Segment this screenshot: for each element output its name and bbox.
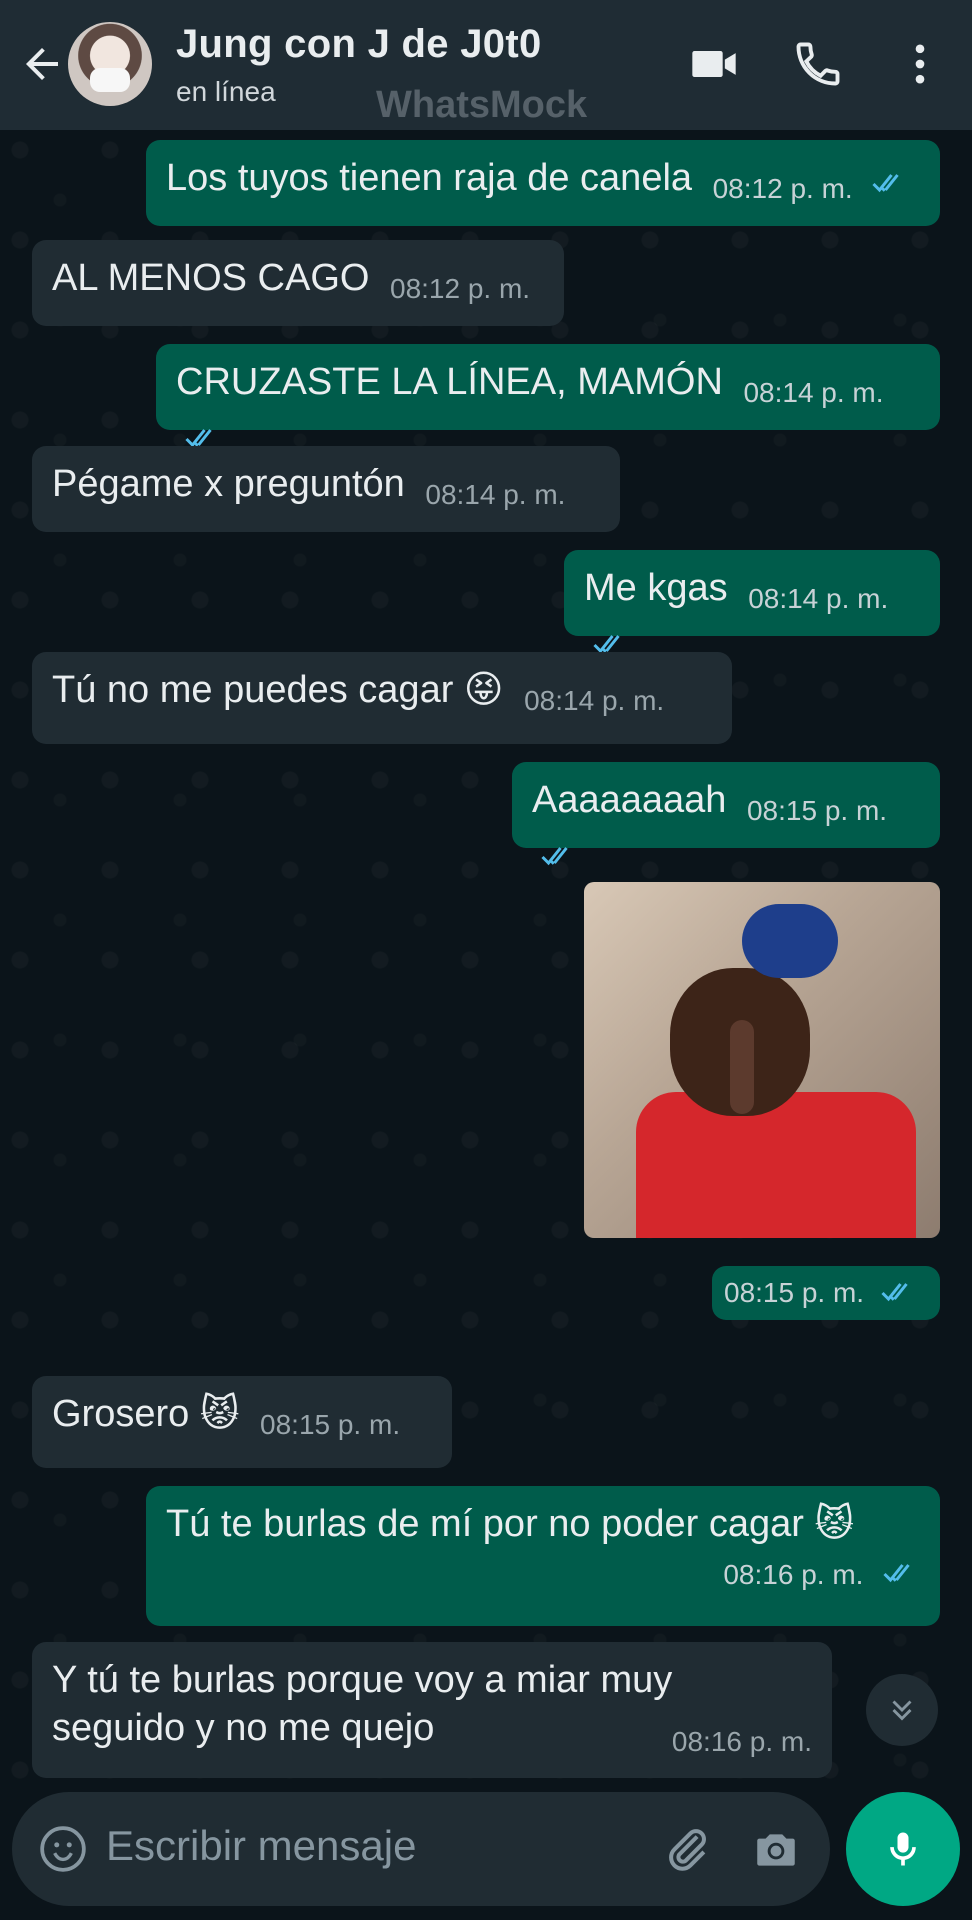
outgoing-message[interactable]: Me kgas 08:14 p. m. [564, 550, 940, 654]
message-text: Y tú te burlas porque voy a miar muy seg… [52, 1659, 673, 1749]
message-time: 08:14 p. m. [524, 685, 665, 716]
message-input[interactable]: Escribir mensaje [106, 1822, 416, 1870]
read-receipt-icon [541, 847, 568, 866]
message-time: 08:15 p. m. [724, 1277, 865, 1308]
image-message[interactable] [584, 882, 940, 1238]
video-call-icon[interactable] [688, 38, 740, 90]
message-time: 08:15 p. m. [746, 795, 888, 826]
message-time: 08:14 p. m. [748, 583, 889, 614]
incoming-message[interactable]: Tú no me puedes cagar 😝 08:14 p. m. [32, 652, 732, 744]
chevron-down-icon [892, 1700, 912, 1721]
contact-status: en línea [176, 76, 276, 107]
message-time: 08:15 p. m. [260, 1409, 401, 1440]
message-composer[interactable]: Escribir mensaje [12, 1792, 830, 1906]
incoming-message[interactable]: Pégame x preguntón 08:14 p. m. [32, 446, 620, 532]
message-time: 08:12 p. m. [712, 173, 853, 204]
photo-shirt [636, 1092, 916, 1238]
emoji-icon[interactable] [38, 1824, 88, 1874]
attach-icon[interactable] [660, 1822, 714, 1876]
mic-button[interactable] [846, 1792, 960, 1906]
more-options-icon[interactable] [894, 38, 946, 90]
camera-icon[interactable] [748, 1824, 804, 1874]
chat-area[interactable]: Los tuyos tienen raja de canela 08:12 p.… [0, 130, 972, 1790]
read-receipt-icon [881, 1283, 908, 1302]
contact-name[interactable]: Jung con J de J0t0 [176, 22, 542, 67]
outgoing-message[interactable]: Aaaaaaaah 08:15 p. m. [512, 762, 940, 866]
chat-header: Jung con J de J0t0 en línea WhatsMock [0, 0, 972, 130]
message-time: 08:14 p. m. [425, 479, 566, 510]
read-receipt-icon [872, 174, 899, 193]
message-time: 08:16 p. m. [671, 1726, 812, 1757]
outgoing-message[interactable]: Tú te burlas de mí por no poder cagar 😾 … [146, 1486, 940, 1626]
read-receipt-icon [883, 1564, 910, 1583]
outgoing-message[interactable]: Los tuyos tienen raja de canela 08:12 p.… [146, 140, 940, 226]
mic-icon [890, 1832, 916, 1866]
message-time: 08:14 p. m. [743, 377, 884, 408]
message-text: Grosero 😾 [52, 1393, 240, 1435]
outgoing-message[interactable]: CRUZASTE LA LÍNEA, MAMÓN 08:14 p. m. [156, 344, 940, 448]
message-text: AL MENOS CAGO [52, 257, 370, 299]
message-text: Me kgas [584, 567, 728, 609]
message-text: CRUZASTE LA LÍNEA, MAMÓN [176, 361, 723, 403]
incoming-message[interactable]: Y tú te burlas porque voy a miar muy seg… [32, 1642, 832, 1778]
watermark: WhatsMock [376, 84, 588, 126]
incoming-message[interactable]: AL MENOS CAGO 08:12 p. m. [32, 240, 564, 326]
incoming-message[interactable]: Grosero 😾 08:15 p. m. [32, 1376, 452, 1468]
scroll-down-button[interactable] [866, 1674, 938, 1746]
avatar[interactable] [68, 22, 152, 106]
message-text: Tú no me puedes cagar 😝 [52, 669, 504, 711]
phone-call-icon[interactable] [792, 38, 844, 90]
message-time: 08:12 p. m. [390, 273, 531, 304]
message-time: 08:16 p. m. [723, 1559, 864, 1590]
message-text: Los tuyos tienen raja de canela [166, 157, 693, 199]
message-text: Aaaaaaaah [532, 779, 727, 821]
image-caption-timestamp: 08:15 p. m. [712, 1266, 940, 1320]
back-arrow-icon[interactable] [18, 40, 66, 88]
message-text: Tú te burlas de mí por no poder cagar 😾 [166, 1503, 855, 1545]
photo-bow [742, 904, 838, 978]
message-text: Pégame x preguntón [52, 463, 405, 505]
photo-hand [730, 1020, 754, 1114]
